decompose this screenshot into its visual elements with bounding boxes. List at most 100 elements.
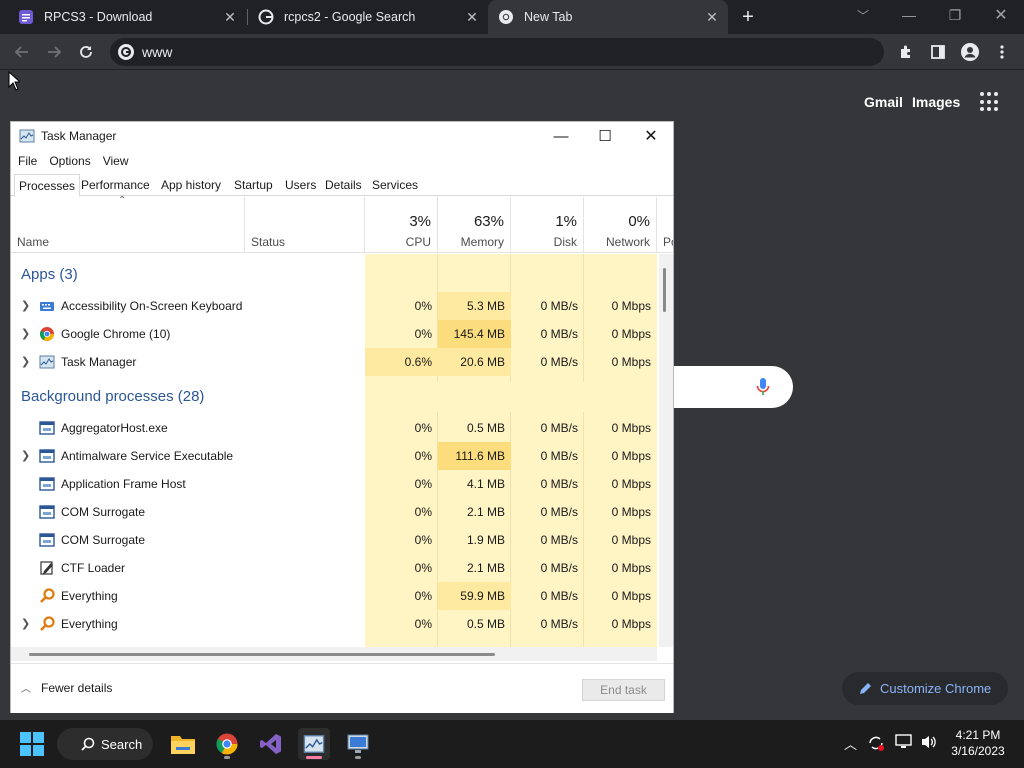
everything-search-icon [39, 588, 55, 604]
menu-file[interactable]: File [18, 154, 37, 168]
group-header-heat-bg [365, 382, 657, 412]
voice-search-mic-icon[interactable] [756, 377, 770, 400]
process-list: Apps (3) ❯ Accessibility On-Screen Keybo… [11, 254, 657, 647]
new-tab-button[interactable]: + [736, 0, 760, 34]
extensions-puzzle-icon[interactable] [892, 38, 920, 66]
tab-app-history[interactable]: App history [157, 174, 225, 196]
column-header-network[interactable]: 0% Network [584, 197, 657, 253]
vertical-scroll-thumb[interactable] [663, 268, 666, 312]
end-task-button[interactable]: End task [582, 679, 665, 701]
reload-icon[interactable] [72, 38, 100, 66]
task-manager-taskbar-icon[interactable] [298, 728, 330, 760]
mouse-cursor-icon [8, 70, 22, 94]
back-arrow-icon[interactable] [8, 38, 36, 66]
disk-total: 1% [555, 213, 577, 230]
address-bar[interactable] [110, 38, 884, 66]
show-hidden-icons-chevron-icon[interactable]: ︿ [844, 734, 857, 753]
task-manager-icon [39, 354, 55, 370]
tab-close-icon[interactable]: ✕ [222, 9, 238, 25]
network-monitor-icon[interactable] [895, 734, 913, 753]
window-close-icon[interactable]: ✕ [978, 0, 1024, 30]
task-manager-titlebar[interactable]: Task Manager — ☐ ✕ [11, 122, 673, 150]
forward-arrow-icon[interactable] [40, 38, 68, 66]
tm-close-icon[interactable]: ✕ [628, 122, 674, 150]
horizontal-scrollbar[interactable] [11, 647, 657, 661]
column-header-cpu[interactable]: 3% CPU [365, 197, 438, 253]
tab-performance[interactable]: Performance [77, 174, 154, 196]
horizontal-scroll-thumb[interactable] [29, 653, 495, 656]
expand-chevron-icon[interactable]: ❯ [21, 348, 30, 376]
tab-users[interactable]: Users [281, 174, 320, 196]
tab-rpcs3-download[interactable]: RPCS3 - Download ✕ [0, 0, 246, 34]
table-row[interactable]: ❯ Google Chrome (10) 0% 145.4 MB 0 MB/s … [11, 320, 657, 348]
windows-start-icon[interactable] [20, 732, 44, 756]
windows-taskbar: Search ︿ 4:21 PM 3/16/2023 [0, 720, 1024, 768]
menu-options[interactable]: Options [49, 154, 90, 168]
window-title: Task Manager [41, 129, 117, 143]
tm-menubar: File Options View [11, 150, 134, 172]
expand-chevron-icon[interactable]: ❯ [21, 320, 30, 348]
customize-chrome-button[interactable]: Customize Chrome [842, 672, 1008, 705]
tm-maximize-icon[interactable]: ☐ [582, 122, 628, 150]
profile-avatar-icon[interactable] [956, 38, 984, 66]
table-row[interactable]: CTF Loader 0% 2.1 MB 0 MB/s 0 Mbps [11, 554, 657, 582]
clock-date: 3/16/2023 [951, 744, 1005, 758]
tab-processes[interactable]: Processes [14, 174, 81, 197]
keyboard-icon [39, 298, 55, 314]
restore-icon[interactable]: ❐ [932, 0, 978, 30]
address-input[interactable] [142, 44, 842, 60]
fewer-details-button[interactable]: ︿ Fewer details [21, 680, 112, 696]
chrome-toolbar [0, 34, 1024, 70]
gmail-link[interactable]: Gmail [864, 94, 903, 110]
tab-close-icon[interactable]: ✕ [464, 9, 480, 25]
expand-chevron-icon[interactable]: ❯ [21, 292, 30, 320]
table-row[interactable]: ❯ Accessibility On-Screen Keyboard 0% 5.… [11, 292, 657, 320]
table-row[interactable]: ❯ Everything 0% 0.5 MB 0 MB/s 0 Mbps [11, 610, 657, 638]
remote-desktop-icon[interactable] [342, 728, 374, 760]
clock-time: 4:21 PM [955, 728, 1001, 742]
tab-search-chevron-icon[interactable]: ﹀ [840, 0, 886, 30]
pencil-icon [858, 682, 872, 696]
app-window-icon [39, 448, 55, 464]
table-row[interactable]: Everything 0% 59.9 MB 0 MB/s 0 Mbps [11, 582, 657, 610]
file-explorer-icon[interactable] [167, 728, 199, 760]
expand-chevron-icon[interactable]: ❯ [21, 442, 30, 470]
images-link[interactable]: Images [912, 94, 960, 110]
google-apps-grid-icon[interactable] [980, 92, 1000, 112]
tab-services[interactable]: Services [368, 174, 422, 196]
tab-google-search[interactable]: rcpcs2 - Google Search ✕ [248, 0, 488, 34]
table-row[interactable]: Application Frame Host 0% 4.1 MB 0 MB/s … [11, 470, 657, 498]
group-header-apps[interactable]: Apps (3) [11, 260, 657, 290]
chevron-up-icon: ︿ [21, 684, 31, 695]
vertical-scrollbar[interactable] [659, 254, 673, 647]
menu-view[interactable]: View [103, 154, 129, 168]
tab-close-icon[interactable]: ✕ [704, 9, 720, 25]
visual-studio-icon[interactable] [255, 728, 287, 760]
volume-speaker-icon[interactable] [920, 734, 938, 753]
table-row[interactable]: COM Surrogate 0% 1.9 MB 0 MB/s 0 Mbps [11, 526, 657, 554]
table-row[interactable]: COM Surrogate 0% 2.1 MB 0 MB/s 0 Mbps [11, 498, 657, 526]
group-header-background-processes[interactable]: Background processes (28) [11, 382, 657, 412]
column-header-status[interactable]: Status [245, 197, 365, 253]
sync-status-icon[interactable] [866, 734, 886, 755]
table-row[interactable]: AggregatorHost.exe 0% 0.5 MB 0 MB/s 0 Mb… [11, 414, 657, 442]
taskbar-search-button[interactable]: Search [57, 728, 153, 760]
minimize-icon[interactable]: — [886, 0, 932, 30]
side-panel-icon[interactable] [924, 38, 952, 66]
column-header-disk[interactable]: 1% Disk [511, 197, 584, 253]
task-manager-window: Task Manager — ☐ ✕ File Options View Pro… [10, 121, 674, 713]
column-header-name[interactable]: ⌃ Name [11, 195, 245, 253]
table-row[interactable]: ❯ Antimalware Service Executable 0% 111.… [11, 442, 657, 470]
tab-details[interactable]: Details [321, 174, 366, 196]
system-clock[interactable]: 4:21 PM 3/16/2023 [946, 727, 1010, 759]
tm-minimize-icon[interactable]: — [538, 122, 584, 150]
tab-new-tab[interactable]: New Tab ✕ [488, 0, 728, 34]
tm-tab-bar: Processes Performance App history Startu… [11, 174, 673, 197]
column-header-power[interactable]: Po [657, 197, 673, 253]
expand-chevron-icon[interactable]: ❯ [21, 610, 30, 638]
column-header-memory[interactable]: 63% Memory [438, 197, 511, 253]
table-row[interactable]: ❯ Task Manager 0.6% 20.6 MB 0 MB/s 0 Mbp… [11, 348, 657, 376]
chrome-taskbar-icon[interactable] [211, 728, 243, 760]
chrome-menu-kebab-icon[interactable] [988, 38, 1016, 66]
tab-startup[interactable]: Startup [230, 174, 277, 196]
